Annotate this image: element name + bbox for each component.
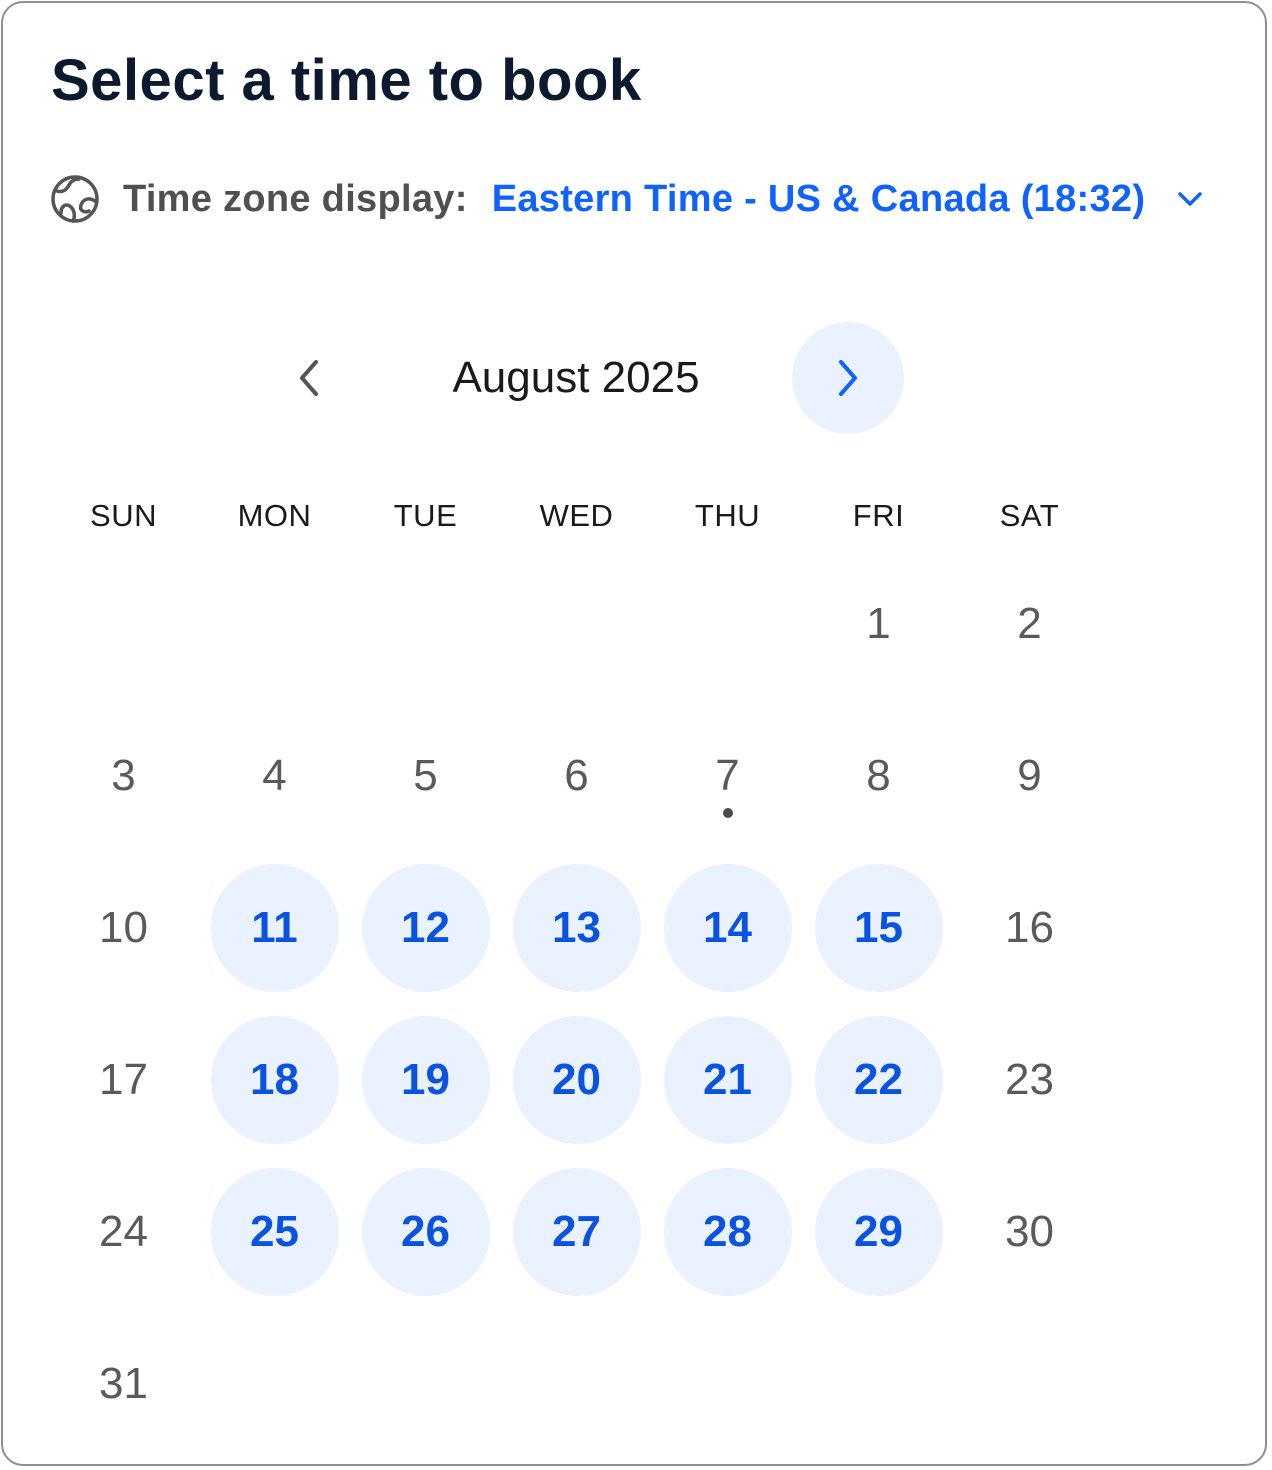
unavailable-day: 8 xyxy=(866,751,891,800)
available-day-button[interactable]: 13 xyxy=(512,864,641,992)
empty-cell xyxy=(501,548,652,700)
available-day-button[interactable]: 22 xyxy=(814,1016,943,1144)
day-cell: 31 xyxy=(48,1308,199,1460)
month-title: August 2025 xyxy=(452,353,700,402)
day-cell: 18 xyxy=(199,1004,350,1156)
available-day-button[interactable]: 11 xyxy=(210,864,339,992)
day-cell: 7 xyxy=(652,700,803,852)
available-day-button[interactable]: 25 xyxy=(210,1168,339,1296)
weekday-wed: WED xyxy=(539,498,614,533)
page-title: Select a time to book xyxy=(51,48,642,113)
weekday-header: SUN MON TUE WED THU FRI SAT xyxy=(48,493,1105,539)
available-day-button[interactable]: 21 xyxy=(663,1016,792,1144)
unavailable-day: 16 xyxy=(1005,903,1054,952)
day-cell: 20 xyxy=(501,1004,652,1156)
day-cell: 3 xyxy=(48,700,199,852)
unavailable-day: 30 xyxy=(1005,1207,1054,1256)
timezone-label: Time zone display: xyxy=(123,177,468,220)
unavailable-day: 1 xyxy=(866,599,891,648)
day-cell: 29 xyxy=(803,1156,954,1308)
unavailable-day: 23 xyxy=(1005,1055,1054,1104)
day-cell: 26 xyxy=(350,1156,501,1308)
timezone-row: Time zone display: Eastern Time - US & C… xyxy=(49,169,1205,229)
weekday-tue: TUE xyxy=(393,498,458,533)
unavailable-day: 4 xyxy=(262,751,287,800)
unavailable-day: 6 xyxy=(564,751,589,800)
day-cell: 17 xyxy=(48,1004,199,1156)
day-cell: 1 xyxy=(803,548,954,700)
day-cell: 19 xyxy=(350,1004,501,1156)
booking-card: Select a time to book Time zone display:… xyxy=(1,1,1267,1466)
day-cell: 12 xyxy=(350,852,501,1004)
available-day-button[interactable]: 18 xyxy=(210,1016,339,1144)
day-cell: 4 xyxy=(199,700,350,852)
day-cell: 2 xyxy=(954,548,1105,700)
day-cell: 22 xyxy=(803,1004,954,1156)
calendar-grid: 1 2 3 4 5 6 7 8 9 10 11 12 13 14 15 16 17 18 19 20 21 22 23 24 2… xyxy=(48,548,1105,1460)
available-day-button[interactable]: 20 xyxy=(512,1016,641,1144)
unavailable-day: 5 xyxy=(413,751,438,800)
day-cell: 16 xyxy=(954,852,1105,1004)
unavailable-day: 24 xyxy=(99,1207,148,1256)
empty-cell xyxy=(350,548,501,700)
day-cell: 30 xyxy=(954,1156,1105,1308)
day-cell: 6 xyxy=(501,700,652,852)
day-cell: 13 xyxy=(501,852,652,1004)
empty-cell xyxy=(199,548,350,700)
timezone-value: Eastern Time - US & Canada (18:32) xyxy=(491,177,1146,220)
next-month-button[interactable] xyxy=(792,322,904,434)
unavailable-day: 31 xyxy=(99,1359,148,1408)
available-day-button[interactable]: 27 xyxy=(512,1168,641,1296)
available-day-button[interactable]: 28 xyxy=(663,1168,792,1296)
day-cell: 21 xyxy=(652,1004,803,1156)
day-cell: 15 xyxy=(803,852,954,1004)
available-day-button[interactable]: 14 xyxy=(663,864,792,992)
available-day-button[interactable]: 12 xyxy=(361,864,490,992)
day-cell: 9 xyxy=(954,700,1105,852)
day-cell: 28 xyxy=(652,1156,803,1308)
chevron-right-icon xyxy=(839,360,857,396)
previous-month-button[interactable] xyxy=(253,322,365,434)
day-cell: 5 xyxy=(350,700,501,852)
today-indicator-dot xyxy=(722,808,733,818)
day-cell: 8 xyxy=(803,700,954,852)
day-cell: 10 xyxy=(48,852,199,1004)
empty-cell xyxy=(48,548,199,700)
unavailable-day: 9 xyxy=(1017,751,1042,800)
day-cell: 23 xyxy=(954,1004,1105,1156)
weekday-fri: FRI xyxy=(852,498,905,533)
unavailable-day: 2 xyxy=(1017,599,1042,648)
day-cell: 14 xyxy=(652,852,803,1004)
unavailable-day: 7 xyxy=(664,712,792,840)
unavailable-day: 3 xyxy=(111,751,136,800)
timezone-dropdown[interactable]: Eastern Time - US & Canada (18:32) xyxy=(492,178,1206,221)
day-cell: 11 xyxy=(199,852,350,1004)
chevron-left-icon xyxy=(300,360,318,396)
empty-cell xyxy=(652,548,803,700)
day-cell: 25 xyxy=(199,1156,350,1308)
weekday-sun: SUN xyxy=(90,498,157,533)
available-day-button[interactable]: 19 xyxy=(361,1016,490,1144)
available-day-button[interactable]: 29 xyxy=(814,1168,943,1296)
day-cell: 24 xyxy=(48,1156,199,1308)
available-day-button[interactable]: 26 xyxy=(361,1168,490,1296)
available-day-button[interactable]: 15 xyxy=(814,864,943,992)
weekday-sat: SAT xyxy=(999,498,1060,533)
weekday-mon: MON xyxy=(237,498,312,533)
globe-icon xyxy=(51,175,99,223)
unavailable-day: 17 xyxy=(99,1055,148,1104)
unavailable-day: 10 xyxy=(99,903,148,952)
weekday-thu: THU xyxy=(694,498,761,533)
chevron-down-icon xyxy=(1178,192,1203,206)
day-cell: 27 xyxy=(501,1156,652,1308)
